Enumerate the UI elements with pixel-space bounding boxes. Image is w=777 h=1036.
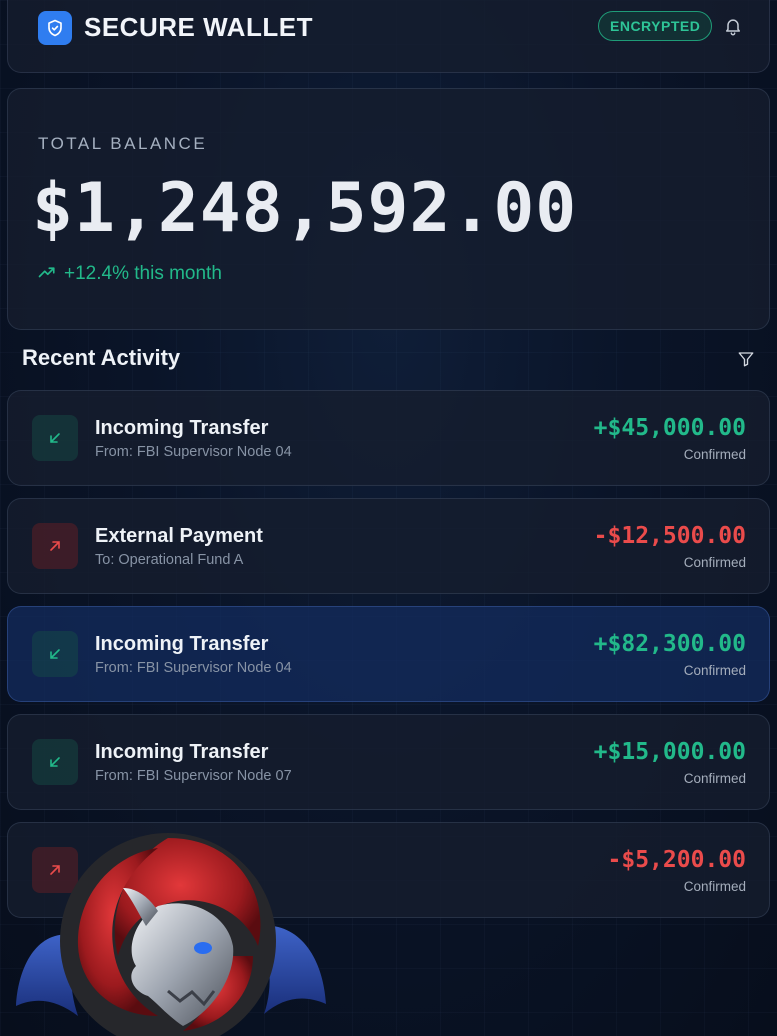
transaction-title: Incoming Transfer	[95, 633, 269, 655]
transaction-title: External Payment	[95, 525, 263, 547]
trending-up-icon	[38, 263, 56, 285]
transaction-amount: +$15,000.00	[593, 739, 746, 765]
arrow-down-left-icon	[32, 631, 78, 677]
transaction-status: Confirmed	[683, 663, 746, 678]
transaction-status: Confirmed	[683, 447, 746, 462]
transaction-amount: -$12,500.00	[593, 523, 746, 549]
transaction-title: Incoming Transfer	[95, 741, 269, 763]
shield-icon	[38, 11, 72, 45]
transaction-subtitle: From: FBI Supervisor Node 07	[95, 768, 292, 784]
app-title: SECURE WALLET	[84, 12, 313, 42]
balance-change-text: +12.4% this month	[64, 263, 222, 284]
balance-amount: $1,248,592.00	[32, 169, 578, 248]
transaction-item[interactable]: External Payment To: Operational Fund A …	[7, 498, 770, 594]
transaction-item[interactable]: Incoming Transfer From: FBI Supervisor N…	[7, 390, 770, 486]
filter-icon[interactable]	[737, 350, 755, 368]
transaction-item[interactable]: Incoming Transfer From: FBI Supervisor N…	[7, 714, 770, 810]
arrow-up-right-icon	[32, 523, 78, 569]
transaction-subtitle: From: FBI Supervisor Node 04	[95, 444, 292, 460]
balance-card: TOTAL BALANCE $1,248,592.00 +12.4% this …	[7, 88, 770, 330]
balance-label: TOTAL BALANCE	[38, 134, 208, 153]
arrow-down-left-icon	[32, 415, 78, 461]
transaction-subtitle: To: Operational Fund A	[95, 552, 244, 568]
arrow-down-left-icon	[32, 739, 78, 785]
app-header: SECURE WALLET ENCRYPTED	[7, 0, 770, 73]
transaction-amount: +$45,000.00	[593, 415, 746, 441]
transaction-amount: +$82,300.00	[593, 631, 746, 657]
encrypted-badge: ENCRYPTED	[598, 11, 713, 41]
balance-change: +12.4% this month	[38, 263, 222, 285]
transaction-subtitle: From: FBI Supervisor Node 04	[95, 660, 292, 676]
transaction-status: Confirmed	[683, 771, 746, 786]
section-title: Recent Activity	[22, 345, 181, 370]
transaction-status: Confirmed	[683, 555, 746, 570]
bell-icon[interactable]	[723, 16, 743, 36]
transaction-status: Confirmed	[683, 879, 746, 894]
transaction-item[interactable]: Incoming Transfer From: FBI Supervisor N…	[7, 606, 770, 702]
transaction-title: Incoming Transfer	[95, 417, 269, 439]
phoenix-emblem-watermark	[8, 826, 330, 1036]
transaction-amount: -$5,200.00	[607, 847, 746, 873]
